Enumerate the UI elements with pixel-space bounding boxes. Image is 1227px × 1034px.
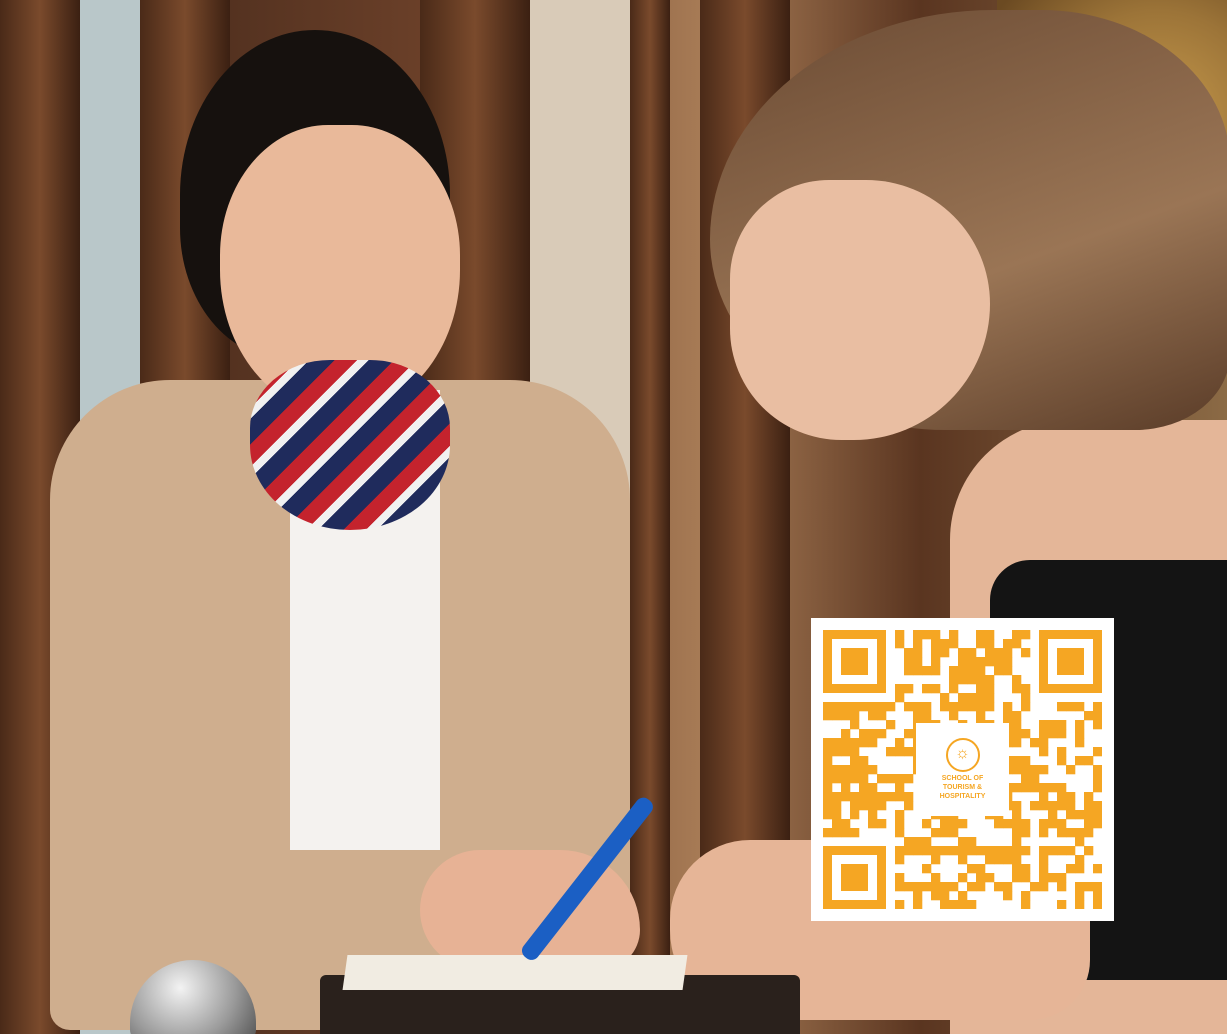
receptionist: [40, 30, 640, 1034]
hotel-reception-photo: ☼ SCHOOL OF TOURISM & HOSPITALITY: [0, 0, 1227, 1034]
qr-logo: ☼ SCHOOL OF TOURISM & HOSPITALITY: [916, 723, 1009, 816]
qr-finder-pattern: [1039, 630, 1102, 693]
qr-finder-pattern: [823, 846, 886, 909]
globe-icon: ☼: [945, 738, 980, 772]
qr-logo-text: SCHOOL OF TOURISM & HOSPITALITY: [939, 775, 986, 800]
receptionist-scarf: [250, 360, 450, 530]
qr-finder-pattern: [823, 630, 886, 693]
qr-code[interactable]: ☼ SCHOOL OF TOURISM & HOSPITALITY: [811, 618, 1114, 921]
registration-paper: [342, 955, 688, 990]
